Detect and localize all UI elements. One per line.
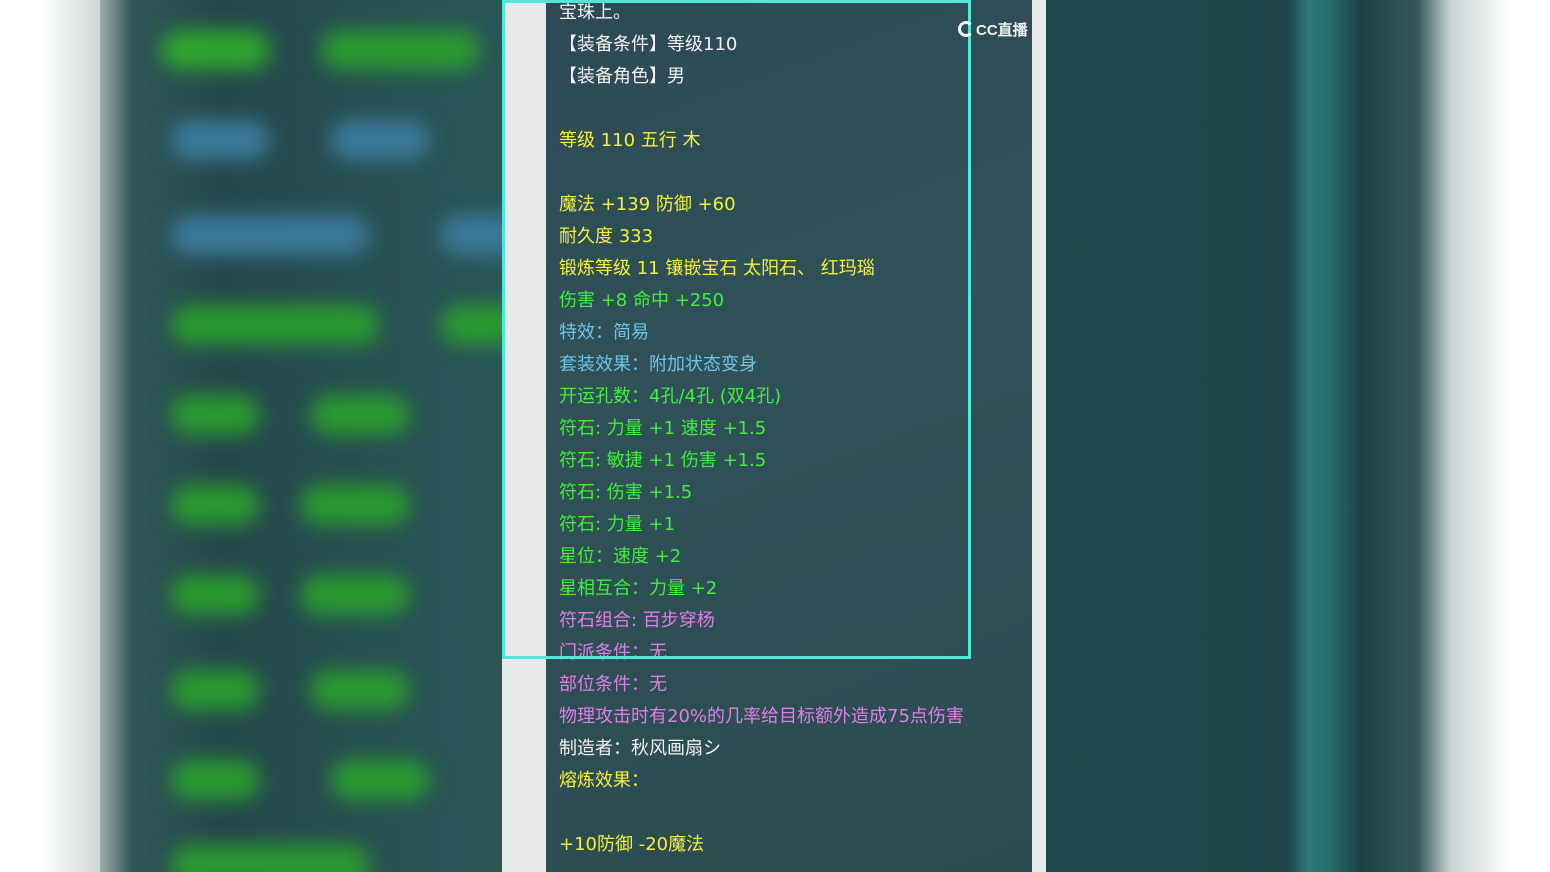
right-gutter [1032,0,1046,872]
blurred-background-left [100,0,502,872]
item-line: 开运孔数：4孔/4孔 (双4孔) [559,386,782,407]
item-line: 锻炼等级 11 镶嵌宝石 太阳石、 红玛瑙 [559,258,875,279]
item-line: 魔法 +139 防御 +60 [559,194,736,215]
item-line: 符石组合: 百步穿杨 [559,610,715,631]
item-line: +10防御 -20魔法 [559,834,705,855]
cc-logo: CC直播 [958,18,1028,40]
item-line: 等级 110 五行 木 [559,130,701,151]
item-line: 门派条件：无 [559,642,667,663]
right-margin [1450,0,1550,872]
item-line: 符石: 敏捷 +1 伤害 +1.5 [559,450,767,471]
item-line: 制造者：秋风画扇シ [559,738,721,759]
item-line: 符石: 力量 +1 速度 +1.5 [559,418,767,439]
item-line: 符石: 力量 +1 [559,514,676,535]
item-line: 部位条件：无 [559,674,667,695]
item-line: 【装备条件】等级110 [559,34,738,55]
item-line: 伤害 +8 命中 +250 [559,290,725,311]
item-line: 【装备角色】男 [559,66,685,87]
item-line: 物理攻击时有20%的几率给目标额外造成75点伤害 [559,706,964,727]
item-line: 符石: 伤害 +1.5 [559,482,693,503]
item-line: 熔炼效果： [559,770,649,791]
item-line: 星相互合：力量 +2 [559,578,718,599]
cc-logo-icon [958,21,974,37]
item-line: 宝珠上。 [559,2,631,23]
item-line: 套装效果：附加状态变身 [559,354,757,375]
item-line: 耐久度 333 [559,226,654,247]
item-line: 特效：简易 [559,322,649,343]
logo-text: CC直播 [976,21,1028,39]
left-gutter [502,0,546,872]
item-line: 星位：速度 +2 [559,546,682,567]
blurred-background-right [1046,0,1450,872]
left-margin [0,0,100,872]
